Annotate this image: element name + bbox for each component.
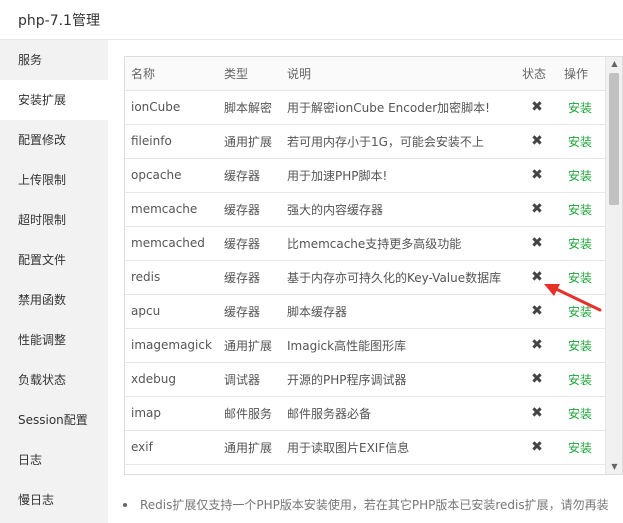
sidebar-item-session-config[interactable]: Session配置	[0, 400, 108, 440]
sidebar-item-timeout-limit[interactable]: 超时限制	[0, 200, 108, 240]
install-button[interactable]: 安装	[568, 237, 592, 251]
scroll-up-icon[interactable]: ▲	[606, 57, 622, 71]
extension-description: 开源的PHP程序调试器	[281, 362, 516, 397]
install-button[interactable]: 安装	[568, 271, 592, 285]
close-icon: ✖	[516, 294, 558, 329]
install-button[interactable]: 安装	[568, 101, 592, 115]
column-header-description: 说明	[281, 57, 516, 91]
notes-section: Redis扩展仅支持一个PHP版本安装使用，若在其它PHP版本已安装redis扩…	[120, 494, 620, 516]
extension-name: imagemagick	[125, 328, 218, 363]
extension-type: 缓存器	[218, 192, 281, 227]
extension-name: ionCube	[125, 90, 218, 125]
table-row: exif 通用扩展 用于读取图片EXIF信息 ✖ 安装	[125, 430, 607, 465]
bullet-icon	[123, 503, 127, 507]
close-icon: ✖	[516, 362, 558, 397]
extension-type: 通用扩展	[218, 328, 281, 363]
extension-name: fileinfo	[125, 124, 218, 159]
column-header-name: 名称	[125, 57, 218, 91]
extension-description: 用于解密ionCube Encoder加密脚本!	[281, 90, 516, 125]
sidebar-item-service[interactable]: 服务	[0, 40, 108, 80]
sidebar-item-performance[interactable]: 性能调整	[0, 320, 108, 360]
close-icon: ✖	[516, 260, 558, 295]
extension-description: 脚本缓存器	[281, 294, 516, 329]
extension-name: memcache	[125, 192, 218, 227]
note-redis: Redis扩展仅支持一个PHP版本安装使用，若在其它PHP版本已安装redis扩…	[140, 498, 609, 512]
extension-type: 通用扩展	[218, 124, 281, 159]
table-row: imap 邮件服务 邮件服务器必备 ✖ 安装	[125, 396, 607, 431]
extension-name: memcached	[125, 226, 218, 261]
extension-description: 邮件服务器必备	[281, 396, 516, 431]
extension-name: redis	[125, 260, 218, 295]
column-header-action: 操作	[558, 57, 607, 91]
install-button[interactable]: 安装	[568, 305, 592, 319]
extension-type: 缓存器	[218, 294, 281, 329]
extension-name: imap	[125, 396, 218, 431]
extension-description: 比memcache支持更多高级功能	[281, 226, 516, 261]
sidebar-item-config-file[interactable]: 配置文件	[0, 240, 108, 280]
close-icon: ✖	[516, 90, 558, 125]
extension-table: 名称 类型 说明 状态 操作 ionCube 脚本解密 用于解密ionCube …	[125, 57, 607, 465]
extension-description: 强大的内容缓存器	[281, 192, 516, 227]
install-button[interactable]: 安装	[568, 407, 592, 421]
window-title: php-7.1管理	[18, 13, 100, 29]
install-button[interactable]: 安装	[568, 203, 592, 217]
scroll-down-icon[interactable]: ▼	[606, 460, 622, 474]
table-row: fileinfo 通用扩展 若可用内存小于1G，可能会安装不上 ✖ 安装	[125, 124, 607, 159]
sidebar-item-load-status[interactable]: 负载状态	[0, 360, 108, 400]
close-icon: ✖	[516, 430, 558, 465]
sidebar-item-disabled-functions[interactable]: 禁用函数	[0, 280, 108, 320]
extension-description: 用于读取图片EXIF信息	[281, 430, 516, 465]
sidebar-item-log[interactable]: 日志	[0, 440, 108, 480]
extension-type: 缓存器	[218, 260, 281, 295]
extension-table-container: 名称 类型 说明 状态 操作 ionCube 脚本解密 用于解密ionCube …	[124, 56, 623, 475]
close-icon: ✖	[516, 396, 558, 431]
extension-type: 调试器	[218, 362, 281, 397]
table-row: memcache 缓存器 强大的内容缓存器 ✖ 安装	[125, 192, 607, 227]
column-header-status: 状态	[516, 57, 558, 91]
table-row: xdebug 调试器 开源的PHP程序调试器 ✖ 安装	[125, 362, 607, 397]
table-header-row: 名称 类型 说明 状态 操作	[125, 57, 607, 91]
sidebar: 服务 安装扩展 配置修改 上传限制 超时限制 配置文件 禁用函数 性能调整 负载…	[0, 40, 108, 523]
extension-type: 缓存器	[218, 226, 281, 261]
extension-description: 用于加速PHP脚本!	[281, 158, 516, 193]
table-row: apcu 缓存器 脚本缓存器 ✖ 安装	[125, 294, 607, 329]
install-button[interactable]: 安装	[568, 169, 592, 183]
extension-type: 缓存器	[218, 158, 281, 193]
extension-type: 邮件服务	[218, 396, 281, 431]
extension-name: exif	[125, 430, 218, 465]
table-row: ionCube 脚本解密 用于解密ionCube Encoder加密脚本! ✖ …	[125, 90, 607, 125]
close-icon: ✖	[516, 124, 558, 159]
install-button[interactable]: 安装	[568, 441, 592, 455]
install-button[interactable]: 安装	[568, 373, 592, 387]
install-button[interactable]: 安装	[568, 135, 592, 149]
extension-name: apcu	[125, 294, 218, 329]
extension-type: 脚本解密	[218, 90, 281, 125]
extension-description: 若可用内存小于1G，可能会安装不上	[281, 124, 516, 159]
sidebar-item-upload-limit[interactable]: 上传限制	[0, 160, 108, 200]
extension-name: xdebug	[125, 362, 218, 397]
sidebar-item-slow-log[interactable]: 慢日志	[0, 480, 108, 520]
close-icon: ✖	[516, 226, 558, 261]
table-scrollbar[interactable]: ▲ ▼	[605, 57, 622, 474]
close-icon: ✖	[516, 192, 558, 227]
extension-description: 基于内存亦可持久化的Key-Value数据库	[281, 260, 516, 295]
table-row: memcached 缓存器 比memcache支持更多高级功能 ✖ 安装	[125, 226, 607, 261]
close-icon: ✖	[516, 328, 558, 363]
extension-description: Imagick高性能图形库	[281, 328, 516, 363]
table-row: opcache 缓存器 用于加速PHP脚本! ✖ 安装	[125, 158, 607, 193]
sidebar-item-config-edit[interactable]: 配置修改	[0, 120, 108, 160]
table-row: redis 缓存器 基于内存亦可持久化的Key-Value数据库 ✖ 安装	[125, 260, 607, 295]
extension-type: 通用扩展	[218, 430, 281, 465]
close-icon: ✖	[516, 158, 558, 193]
scroll-thumb[interactable]	[609, 73, 619, 205]
install-button[interactable]: 安装	[568, 339, 592, 353]
window-title-bar: php-7.1管理	[0, 0, 623, 40]
table-row: imagemagick 通用扩展 Imagick高性能图形库 ✖ 安装	[125, 328, 607, 363]
column-header-type: 类型	[218, 57, 281, 91]
extension-name: opcache	[125, 158, 218, 193]
sidebar-item-install-extension[interactable]: 安装扩展	[0, 80, 108, 120]
